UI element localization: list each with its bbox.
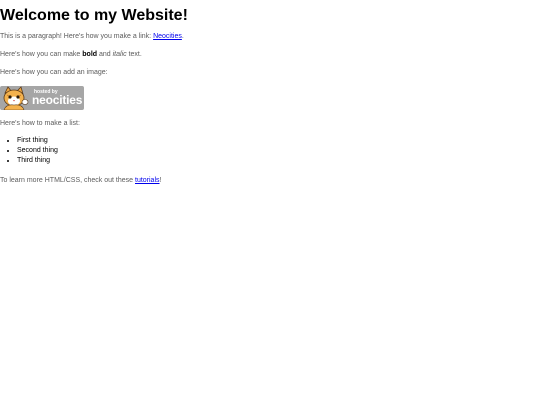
paragraph-text: and bbox=[97, 51, 113, 59]
neocities-cat-icon bbox=[3, 86, 29, 111]
paragraph-text: . bbox=[181, 33, 184, 41]
paragraph-list-intro: Here's how to make a list: bbox=[0, 120, 80, 128]
paragraph-tutorials: To learn more HTML/CSS, check out these … bbox=[0, 176, 540, 185]
italic-text: italic bbox=[112, 51, 127, 59]
list-item: First thing bbox=[17, 136, 540, 146]
page: Welcome to my Website! This is a paragra… bbox=[0, 0, 540, 186]
neocities-link[interactable]: Neocities bbox=[153, 33, 182, 40]
bold-text: bold bbox=[82, 51, 98, 59]
paragraph-formatting: Here's how you can make bold and italic … bbox=[0, 50, 540, 59]
tutorials-link[interactable]: tutorials bbox=[135, 177, 160, 184]
paragraph-image-intro: Here's how you can add an image: bbox=[0, 69, 108, 77]
badge-big-text: neocities bbox=[32, 93, 83, 108]
paragraph-link: This is a paragraph! Here's how you make… bbox=[0, 32, 540, 41]
page-title: Welcome to my Website! bbox=[0, 7, 188, 24]
paragraph-text: text. bbox=[126, 51, 142, 59]
paragraph-text: Here's how you can make bbox=[0, 51, 83, 59]
hosted-by-neocities-image: hosted by neocities bbox=[0, 86, 84, 111]
paragraph-text: This is a paragraph! Here's how you make… bbox=[0, 33, 154, 41]
paragraph-text: To learn more HTML/CSS, check out these bbox=[0, 177, 135, 185]
list-item: Second thing bbox=[17, 146, 540, 156]
badge-text: hosted by neocities bbox=[32, 90, 83, 108]
list-item: Third thing bbox=[17, 156, 540, 166]
paragraph-text: ! bbox=[159, 177, 162, 185]
thing-list: First thing Second thing Third thing bbox=[0, 136, 540, 167]
